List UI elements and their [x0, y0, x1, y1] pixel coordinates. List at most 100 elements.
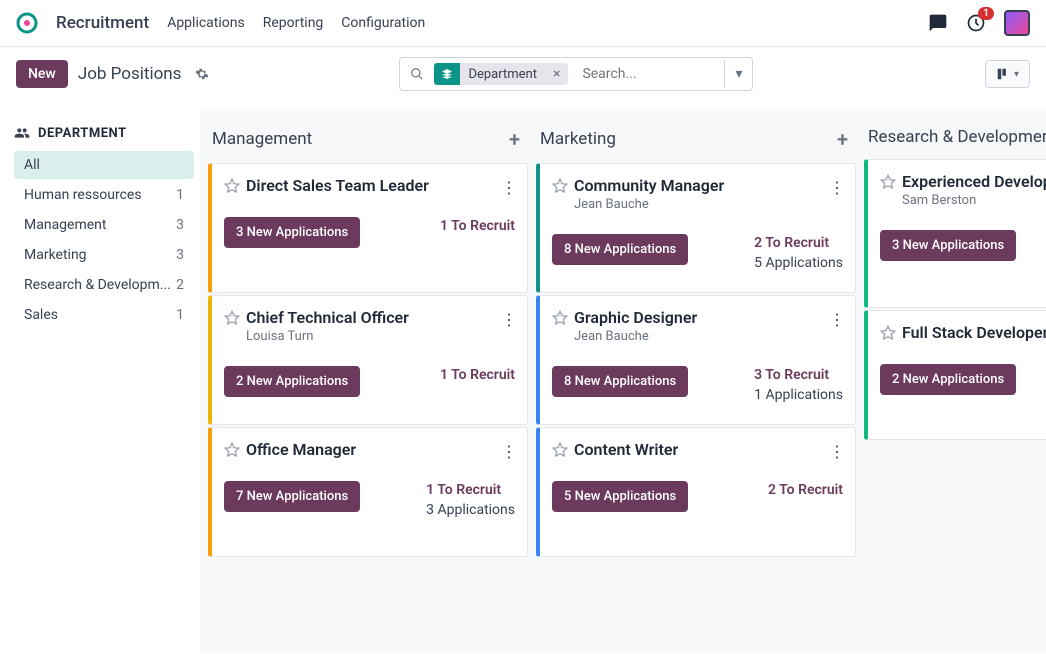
- layers-icon: [434, 63, 460, 85]
- star-icon[interactable]: [552, 178, 568, 194]
- card-menu-icon[interactable]: ⋮: [829, 178, 845, 197]
- kanban-card[interactable]: Community Manager Jean Bauche ⋮ 8 New Ap…: [536, 163, 856, 293]
- card-title: Experienced Developer: [902, 172, 1046, 191]
- gear-icon[interactable]: [195, 67, 209, 81]
- topbar: Recruitment Applications Reporting Confi…: [0, 0, 1046, 47]
- sidebar-item-label: Sales: [24, 307, 58, 323]
- sidebar-item-count: 3: [176, 247, 184, 263]
- card-subtitle: Louisa Turn: [246, 329, 515, 344]
- search-bar: Department × ▾: [399, 57, 753, 91]
- card-title: Community Manager: [574, 176, 724, 195]
- applications-pill[interactable]: 3 New Applications: [224, 217, 360, 248]
- sidebar-item-count: 1: [176, 307, 184, 323]
- applications-pill[interactable]: 2 New Applications: [224, 366, 360, 397]
- card-subtitle: Jean Bauche: [574, 197, 843, 212]
- card-subtitle: Sam Berston: [902, 193, 1046, 208]
- chip-label: Department: [460, 67, 545, 82]
- sidebar-item-label: Human ressources: [24, 187, 142, 203]
- sidebar: DEPARTMENT All Human ressources 1 Managemen…: [0, 109, 200, 653]
- activity-icon[interactable]: 1: [966, 13, 986, 33]
- card-menu-icon[interactable]: ⋮: [829, 442, 845, 461]
- kanban-card[interactable]: Graphic Designer Jean Bauche ⋮ 8 New App…: [536, 295, 856, 425]
- card-menu-icon[interactable]: ⋮: [501, 178, 517, 197]
- search-dropdown[interactable]: ▾: [724, 60, 752, 88]
- toolbar: New Job Positions Department × ▾ ▾: [0, 47, 1046, 109]
- new-button[interactable]: New: [16, 60, 68, 88]
- sidebar-item-label: Marketing: [24, 247, 87, 263]
- sidebar-item-label: Research & Developm...: [24, 277, 171, 293]
- add-card-icon[interactable]: +: [837, 127, 848, 151]
- nav-configuration[interactable]: Configuration: [341, 15, 425, 31]
- card-title: Content Writer: [574, 440, 678, 459]
- search-icon: [400, 67, 434, 81]
- sidebar-item[interactable]: Human ressources 1: [14, 181, 194, 209]
- sidebar-item-count: 2: [176, 277, 184, 293]
- star-icon[interactable]: [552, 442, 568, 458]
- filter-chip: Department ×: [434, 63, 568, 85]
- sidebar-item[interactable]: Management 3: [14, 211, 194, 239]
- applications-pill[interactable]: 7 New Applications: [224, 481, 360, 512]
- app-name[interactable]: Recruitment: [56, 13, 149, 33]
- card-title: Office Manager: [246, 440, 356, 459]
- star-icon[interactable]: [224, 442, 240, 458]
- sidebar-item[interactable]: All: [14, 151, 194, 179]
- page-title: Job Positions: [78, 64, 182, 84]
- star-icon[interactable]: [224, 310, 240, 326]
- chip-close[interactable]: ×: [545, 66, 568, 82]
- card-title: Chief Technical Officer: [246, 308, 409, 327]
- card-stat: 1 Applications: [754, 386, 843, 406]
- kanban-card[interactable]: Full Stack Developer ⋮ 2 New Application…: [864, 310, 1046, 440]
- messages-icon[interactable]: [928, 13, 948, 33]
- applications-pill[interactable]: 3 New Applications: [880, 230, 1016, 261]
- sidebar-heading: DEPARTMENT: [14, 125, 194, 141]
- sidebar-item[interactable]: Research & Developm... 2: [14, 271, 194, 299]
- applications-pill[interactable]: 8 New Applications: [552, 366, 688, 397]
- card-title: Full Stack Developer: [902, 323, 1046, 342]
- applications-pill[interactable]: 2 New Applications: [880, 364, 1016, 395]
- star-icon[interactable]: [552, 310, 568, 326]
- card-menu-icon[interactable]: ⋮: [501, 442, 517, 461]
- card-stat: 2 To Recruit: [768, 481, 843, 501]
- applications-pill[interactable]: 8 New Applications: [552, 234, 688, 265]
- card-stat: 1 To Recruit: [440, 366, 515, 386]
- card-menu-icon[interactable]: ⋮: [829, 310, 845, 329]
- star-icon[interactable]: [880, 174, 896, 190]
- card-stat: 5 Applications: [754, 254, 843, 274]
- card-stat: 3 To Recruit: [754, 366, 843, 386]
- card-title: Graphic Designer: [574, 308, 697, 327]
- sidebar-item[interactable]: Sales 1: [14, 301, 194, 329]
- card-menu-icon[interactable]: ⋮: [501, 310, 517, 329]
- kanban-card[interactable]: Direct Sales Team Leader ⋮ 3 New Applica…: [208, 163, 528, 293]
- sidebar-item-count: 1: [176, 187, 184, 203]
- sidebar-item[interactable]: Marketing 3: [14, 241, 194, 269]
- applications-pill[interactable]: 5 New Applications: [552, 481, 688, 512]
- nav-reporting[interactable]: Reporting: [263, 15, 324, 31]
- sidebar-item-label: Management: [24, 217, 106, 233]
- view-switcher[interactable]: ▾: [985, 60, 1030, 88]
- avatar[interactable]: [1004, 10, 1030, 36]
- column-title: Research & Development: [868, 127, 1046, 147]
- star-icon[interactable]: [880, 325, 896, 341]
- column-title: Management: [212, 129, 312, 149]
- notification-badge: 1: [978, 7, 994, 20]
- kanban-column: Management + Direct Sales Team Leader ⋮ 3…: [208, 123, 528, 639]
- main: DEPARTMENT All Human ressources 1 Managemen…: [0, 109, 1046, 653]
- kanban-card[interactable]: Experienced Developer Sam Berston ⋮ 3 Ne…: [864, 159, 1046, 308]
- search-input[interactable]: [574, 60, 724, 88]
- add-card-icon[interactable]: +: [509, 127, 520, 151]
- card-stat: 2 To Recruit: [754, 234, 843, 254]
- sidebar-item-count: 3: [176, 217, 184, 233]
- star-icon[interactable]: [224, 178, 240, 194]
- sidebar-item-label: All: [24, 157, 40, 173]
- kanban-board: Management + Direct Sales Team Leader ⋮ 3…: [200, 109, 1046, 653]
- card-subtitle: Jean Bauche: [574, 329, 843, 344]
- kanban-card[interactable]: Office Manager ⋮ 7 New Applications 1 To…: [208, 427, 528, 557]
- app-logo: [16, 12, 38, 34]
- card-stat: 1 To Recruit: [440, 217, 515, 237]
- kanban-column: Research & Development Experienced Devel…: [864, 123, 1046, 639]
- card-title: Direct Sales Team Leader: [246, 176, 429, 195]
- nav-applications[interactable]: Applications: [167, 15, 245, 31]
- kanban-card[interactable]: Chief Technical Officer Louisa Turn ⋮ 2 …: [208, 295, 528, 425]
- kanban-card[interactable]: Content Writer ⋮ 5 New Applications 2 To…: [536, 427, 856, 557]
- kanban-column: Marketing+ Community Manager Jean Bauche…: [536, 123, 856, 639]
